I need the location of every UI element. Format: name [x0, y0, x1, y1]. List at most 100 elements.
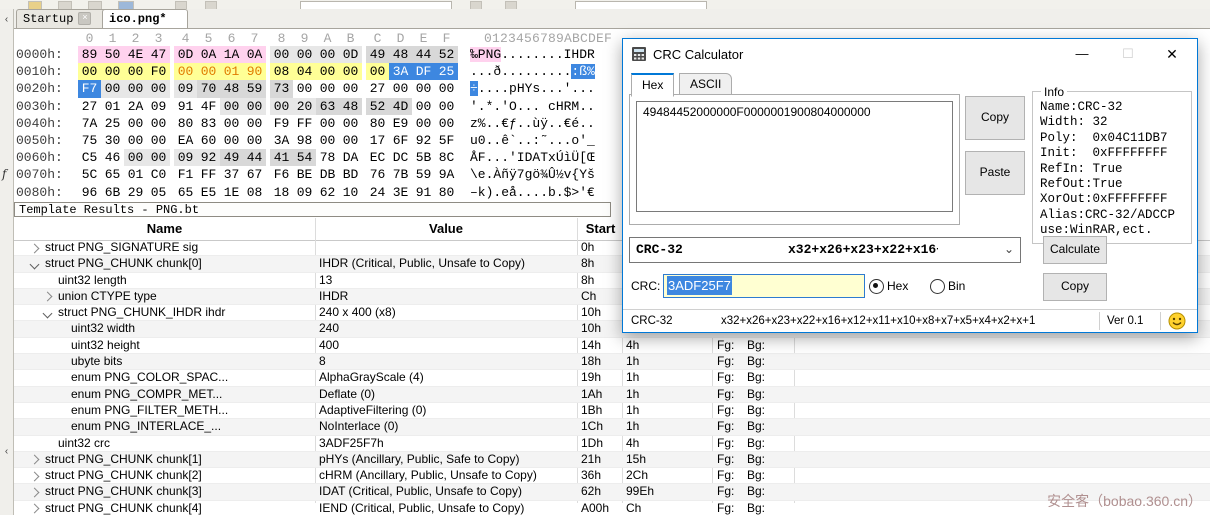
- hex-byte[interactable]: 2A: [124, 98, 147, 115]
- hex-byte[interactable]: 17: [366, 132, 389, 149]
- hex-byte[interactable]: 50: [101, 46, 124, 63]
- hex-byte[interactable]: 00: [293, 80, 316, 97]
- hex-byte[interactable]: 7B: [389, 166, 412, 183]
- hex-byte[interactable]: 04: [293, 63, 316, 80]
- hex-byte[interactable]: 24: [366, 184, 389, 201]
- hex-byte[interactable]: 83: [197, 115, 220, 132]
- hex-byte[interactable]: 00: [339, 132, 362, 149]
- hex-byte[interactable]: F1: [174, 166, 197, 183]
- hex-byte[interactable]: 00: [366, 63, 389, 80]
- hex-byte[interactable]: 00: [316, 80, 339, 97]
- hex-byte[interactable]: 00: [147, 115, 170, 132]
- template-row[interactable]: ubyte bits818h1hFg:Bg:: [14, 354, 1210, 370]
- hex-byte[interactable]: 54: [293, 149, 316, 166]
- hex-byte[interactable]: 89: [78, 46, 101, 63]
- template-row[interactable]: enum PNG_FILTER_METH...AdaptiveFiltering…: [14, 403, 1210, 419]
- hex-byte[interactable]: 80: [366, 115, 389, 132]
- hex-input-textarea[interactable]: 49484452000000F0000001900804000000: [636, 101, 953, 212]
- hex-byte[interactable]: EC: [366, 149, 389, 166]
- hex-byte[interactable]: 00: [316, 132, 339, 149]
- hex-byte[interactable]: 08: [243, 184, 266, 201]
- hex-byte[interactable]: 4F: [197, 98, 220, 115]
- hex-byte[interactable]: 37: [220, 166, 243, 183]
- hex-byte[interactable]: 20: [293, 98, 316, 115]
- hex-byte[interactable]: 3A: [389, 63, 412, 80]
- hex-byte[interactable]: 25: [435, 63, 458, 80]
- hex-byte[interactable]: 65: [174, 184, 197, 201]
- hex-byte[interactable]: 4E: [124, 46, 147, 63]
- hex-byte[interactable]: 9A: [435, 166, 458, 183]
- hex-byte[interactable]: 62: [316, 184, 339, 201]
- expand-arrow-icon[interactable]: [30, 243, 40, 253]
- radio-bin[interactable]: [930, 279, 945, 294]
- hex-byte[interactable]: 00: [389, 80, 412, 97]
- hex-byte[interactable]: 09: [293, 184, 316, 201]
- hex-byte[interactable]: 00: [293, 46, 316, 63]
- collapse-arrow-icon[interactable]: [30, 259, 40, 269]
- hex-byte[interactable]: 00: [124, 80, 147, 97]
- collapse-panel-arrow-icon[interactable]: ‹: [1, 445, 12, 458]
- hex-byte[interactable]: 01: [101, 98, 124, 115]
- hex-byte[interactable]: 46: [101, 149, 124, 166]
- hex-byte[interactable]: 91: [412, 184, 435, 201]
- template-row[interactable]: enum PNG_COMPR_MET...Deflate (0)1Ah1hFg:…: [14, 387, 1210, 403]
- chevron-down-icon[interactable]: ⌄: [1004, 242, 1014, 256]
- hex-byte[interactable]: 63: [316, 98, 339, 115]
- hex-byte[interactable]: C5: [78, 149, 101, 166]
- hex-byte[interactable]: 59: [412, 166, 435, 183]
- template-row[interactable]: enum PNG_INTERLACE_...NoInterlace (0)1Ch…: [14, 419, 1210, 435]
- hex-chars[interactable]: ...ð.........:ß%: [470, 63, 595, 80]
- expand-arrow-icon[interactable]: [30, 488, 40, 498]
- hex-byte[interactable]: 48: [339, 98, 362, 115]
- hex-byte[interactable]: 00: [124, 115, 147, 132]
- radio-hex[interactable]: [869, 279, 884, 294]
- hex-byte[interactable]: 73: [270, 80, 293, 97]
- hex-byte[interactable]: 00: [220, 132, 243, 149]
- expand-arrow-icon[interactable]: [30, 471, 40, 481]
- hex-byte[interactable]: F9: [270, 115, 293, 132]
- hex-byte[interactable]: FF: [293, 115, 316, 132]
- hex-byte[interactable]: 00: [124, 63, 147, 80]
- hex-byte[interactable]: 92: [412, 132, 435, 149]
- template-row[interactable]: enum PNG_COLOR_SPAC...AlphaGrayScale (4)…: [14, 370, 1210, 386]
- dialog-titlebar[interactable]: CRC Calculator — ☐ ✕: [623, 39, 1197, 69]
- hex-byte[interactable]: F7: [78, 80, 101, 97]
- hex-byte[interactable]: 27: [366, 80, 389, 97]
- hex-byte[interactable]: F0: [147, 63, 170, 80]
- hex-byte[interactable]: 05: [147, 184, 170, 201]
- hex-byte[interactable]: DA: [339, 149, 362, 166]
- hex-byte[interactable]: 25: [101, 115, 124, 132]
- hex-byte[interactable]: 01: [124, 166, 147, 183]
- hex-byte[interactable]: 49: [366, 46, 389, 63]
- hex-byte[interactable]: 48: [389, 46, 412, 63]
- hex-byte[interactable]: 80: [435, 184, 458, 201]
- hex-byte[interactable]: 00: [243, 98, 266, 115]
- hex-byte[interactable]: 00: [270, 98, 293, 115]
- hex-byte[interactable]: 0D: [174, 46, 197, 63]
- hex-byte[interactable]: BD: [339, 166, 362, 183]
- hex-byte[interactable]: 6F: [389, 132, 412, 149]
- hex-chars[interactable]: ÷....pHYs...'...: [470, 80, 595, 97]
- template-row[interactable]: struct PNG_CHUNK chunk[2]cHRM (Ancillary…: [14, 468, 1210, 484]
- hex-byte[interactable]: 00: [412, 115, 435, 132]
- hex-byte[interactable]: 59: [243, 80, 266, 97]
- hex-chars[interactable]: \e.Àñÿ7gö¾Û½v{Yš: [470, 166, 595, 183]
- hex-byte[interactable]: 0D: [339, 46, 362, 63]
- hex-byte[interactable]: 00: [147, 149, 170, 166]
- calculate-button[interactable]: Calculate: [1043, 236, 1107, 264]
- hex-byte[interactable]: 00: [316, 63, 339, 80]
- hex-byte[interactable]: 41: [270, 149, 293, 166]
- hex-byte[interactable]: 44: [412, 46, 435, 63]
- hex-byte[interactable]: 90: [243, 63, 266, 80]
- hex-byte[interactable]: 10: [339, 184, 362, 201]
- close-tab-icon[interactable]: ×: [78, 12, 91, 25]
- hex-byte[interactable]: 08: [270, 63, 293, 80]
- template-row[interactable]: uint32 height40014h4hFg:Bg:: [14, 338, 1210, 354]
- hex-byte[interactable]: 00: [316, 115, 339, 132]
- hex-byte[interactable]: 29: [124, 184, 147, 201]
- hex-byte[interactable]: 98: [293, 132, 316, 149]
- hex-byte[interactable]: 4D: [389, 98, 412, 115]
- hex-byte[interactable]: C0: [147, 166, 170, 183]
- template-row[interactable]: uint32 crc3ADF25F7h1Dh4hFg:Bg:: [14, 436, 1210, 452]
- hex-byte[interactable]: 00: [339, 80, 362, 97]
